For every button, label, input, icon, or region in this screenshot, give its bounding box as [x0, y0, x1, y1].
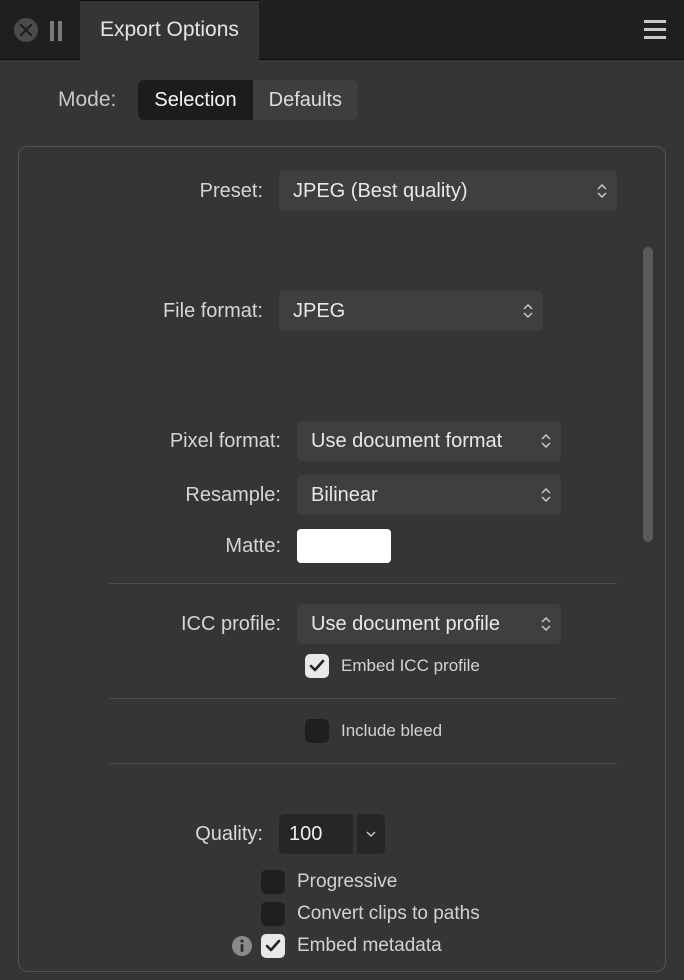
convert-clips-checkbox[interactable] [261, 902, 285, 926]
file-format-select[interactable]: JPEG [279, 291, 543, 331]
matte-row: Matte: [19, 529, 665, 563]
file-format-label: File format: [19, 300, 279, 323]
info-icon[interactable] [231, 935, 253, 957]
panel-menu-button[interactable] [640, 16, 670, 43]
pixel-format-label: Pixel format: [19, 430, 297, 453]
preset-row: Preset: JPEG (Best quality) [19, 171, 665, 211]
close-icon [20, 24, 32, 36]
pixel-format-row: Pixel format: Use document format [19, 421, 665, 461]
icc-profile-row: ICC profile: Use document profile [19, 604, 665, 644]
title-bar: Export Options [0, 0, 684, 60]
panel-body: Mode: Selection Defaults Preset: JPEG (B… [0, 60, 684, 972]
mode-option-defaults[interactable]: Defaults [253, 80, 358, 120]
convert-clips-label: Convert clips to paths [297, 903, 480, 925]
icc-profile-select[interactable]: Use document profile [297, 604, 561, 644]
resample-label: Resample: [19, 484, 297, 507]
include-bleed-label: Include bleed [341, 721, 442, 741]
mode-row: Mode: Selection Defaults [18, 80, 666, 120]
scrollbar-thumb[interactable] [643, 247, 653, 542]
include-bleed-checkbox[interactable] [305, 719, 329, 743]
mode-segmented-control: Selection Defaults [138, 80, 358, 120]
stepper-icon [541, 617, 551, 631]
embed-icc-row: Embed ICC profile [19, 654, 665, 678]
close-button[interactable] [14, 18, 38, 42]
stepper-icon [523, 304, 533, 318]
quality-value: 100 [289, 823, 322, 846]
divider [109, 763, 617, 764]
quality-stepper[interactable] [357, 814, 385, 854]
check-icon [309, 658, 325, 674]
check-icon [265, 938, 281, 954]
pixel-format-value: Use document format [311, 430, 502, 453]
embed-metadata-label: Embed metadata [297, 935, 442, 957]
embed-metadata-row: Embed metadata [19, 934, 665, 958]
embed-icc-checkbox[interactable] [305, 654, 329, 678]
chevron-down-icon [366, 831, 376, 837]
icc-profile-value: Use document profile [311, 613, 500, 636]
stepper-icon [541, 434, 551, 448]
mode-label: Mode: [58, 88, 116, 112]
divider [109, 583, 617, 584]
quality-row: Quality: 100 [19, 814, 665, 854]
panel-tab-export-options[interactable]: Export Options [80, 0, 259, 60]
preset-label: Preset: [19, 180, 279, 203]
include-bleed-row: Include bleed [19, 719, 665, 743]
progressive-row: Progressive [19, 870, 665, 894]
progressive-checkbox[interactable] [261, 870, 285, 894]
mode-option-selection[interactable]: Selection [138, 80, 252, 120]
resample-row: Resample: Bilinear [19, 475, 665, 515]
icc-profile-label: ICC profile: [19, 613, 297, 636]
convert-clips-row: Convert clips to paths [19, 902, 665, 926]
panel-title: Export Options [100, 18, 239, 42]
quality-label: Quality: [19, 823, 279, 846]
pixel-format-select[interactable]: Use document format [297, 421, 561, 461]
quality-input[interactable]: 100 [279, 814, 353, 854]
preset-select[interactable]: JPEG (Best quality) [279, 171, 617, 211]
resample-value: Bilinear [311, 484, 378, 507]
matte-label: Matte: [19, 535, 297, 558]
embed-metadata-checkbox[interactable] [261, 934, 285, 958]
scrollbar[interactable] [643, 247, 653, 697]
embed-icc-label: Embed ICC profile [341, 656, 480, 676]
divider [109, 698, 617, 699]
preset-value: JPEG (Best quality) [293, 180, 468, 203]
resample-select[interactable]: Bilinear [297, 475, 561, 515]
options-group: Preset: JPEG (Best quality) File format:… [18, 146, 666, 972]
file-format-value: JPEG [293, 300, 345, 323]
file-format-row: File format: JPEG [19, 291, 665, 331]
pause-icon [50, 19, 62, 41]
stepper-icon [597, 184, 607, 198]
matte-color-swatch[interactable] [297, 529, 391, 563]
stepper-icon [541, 488, 551, 502]
progressive-label: Progressive [297, 871, 397, 893]
